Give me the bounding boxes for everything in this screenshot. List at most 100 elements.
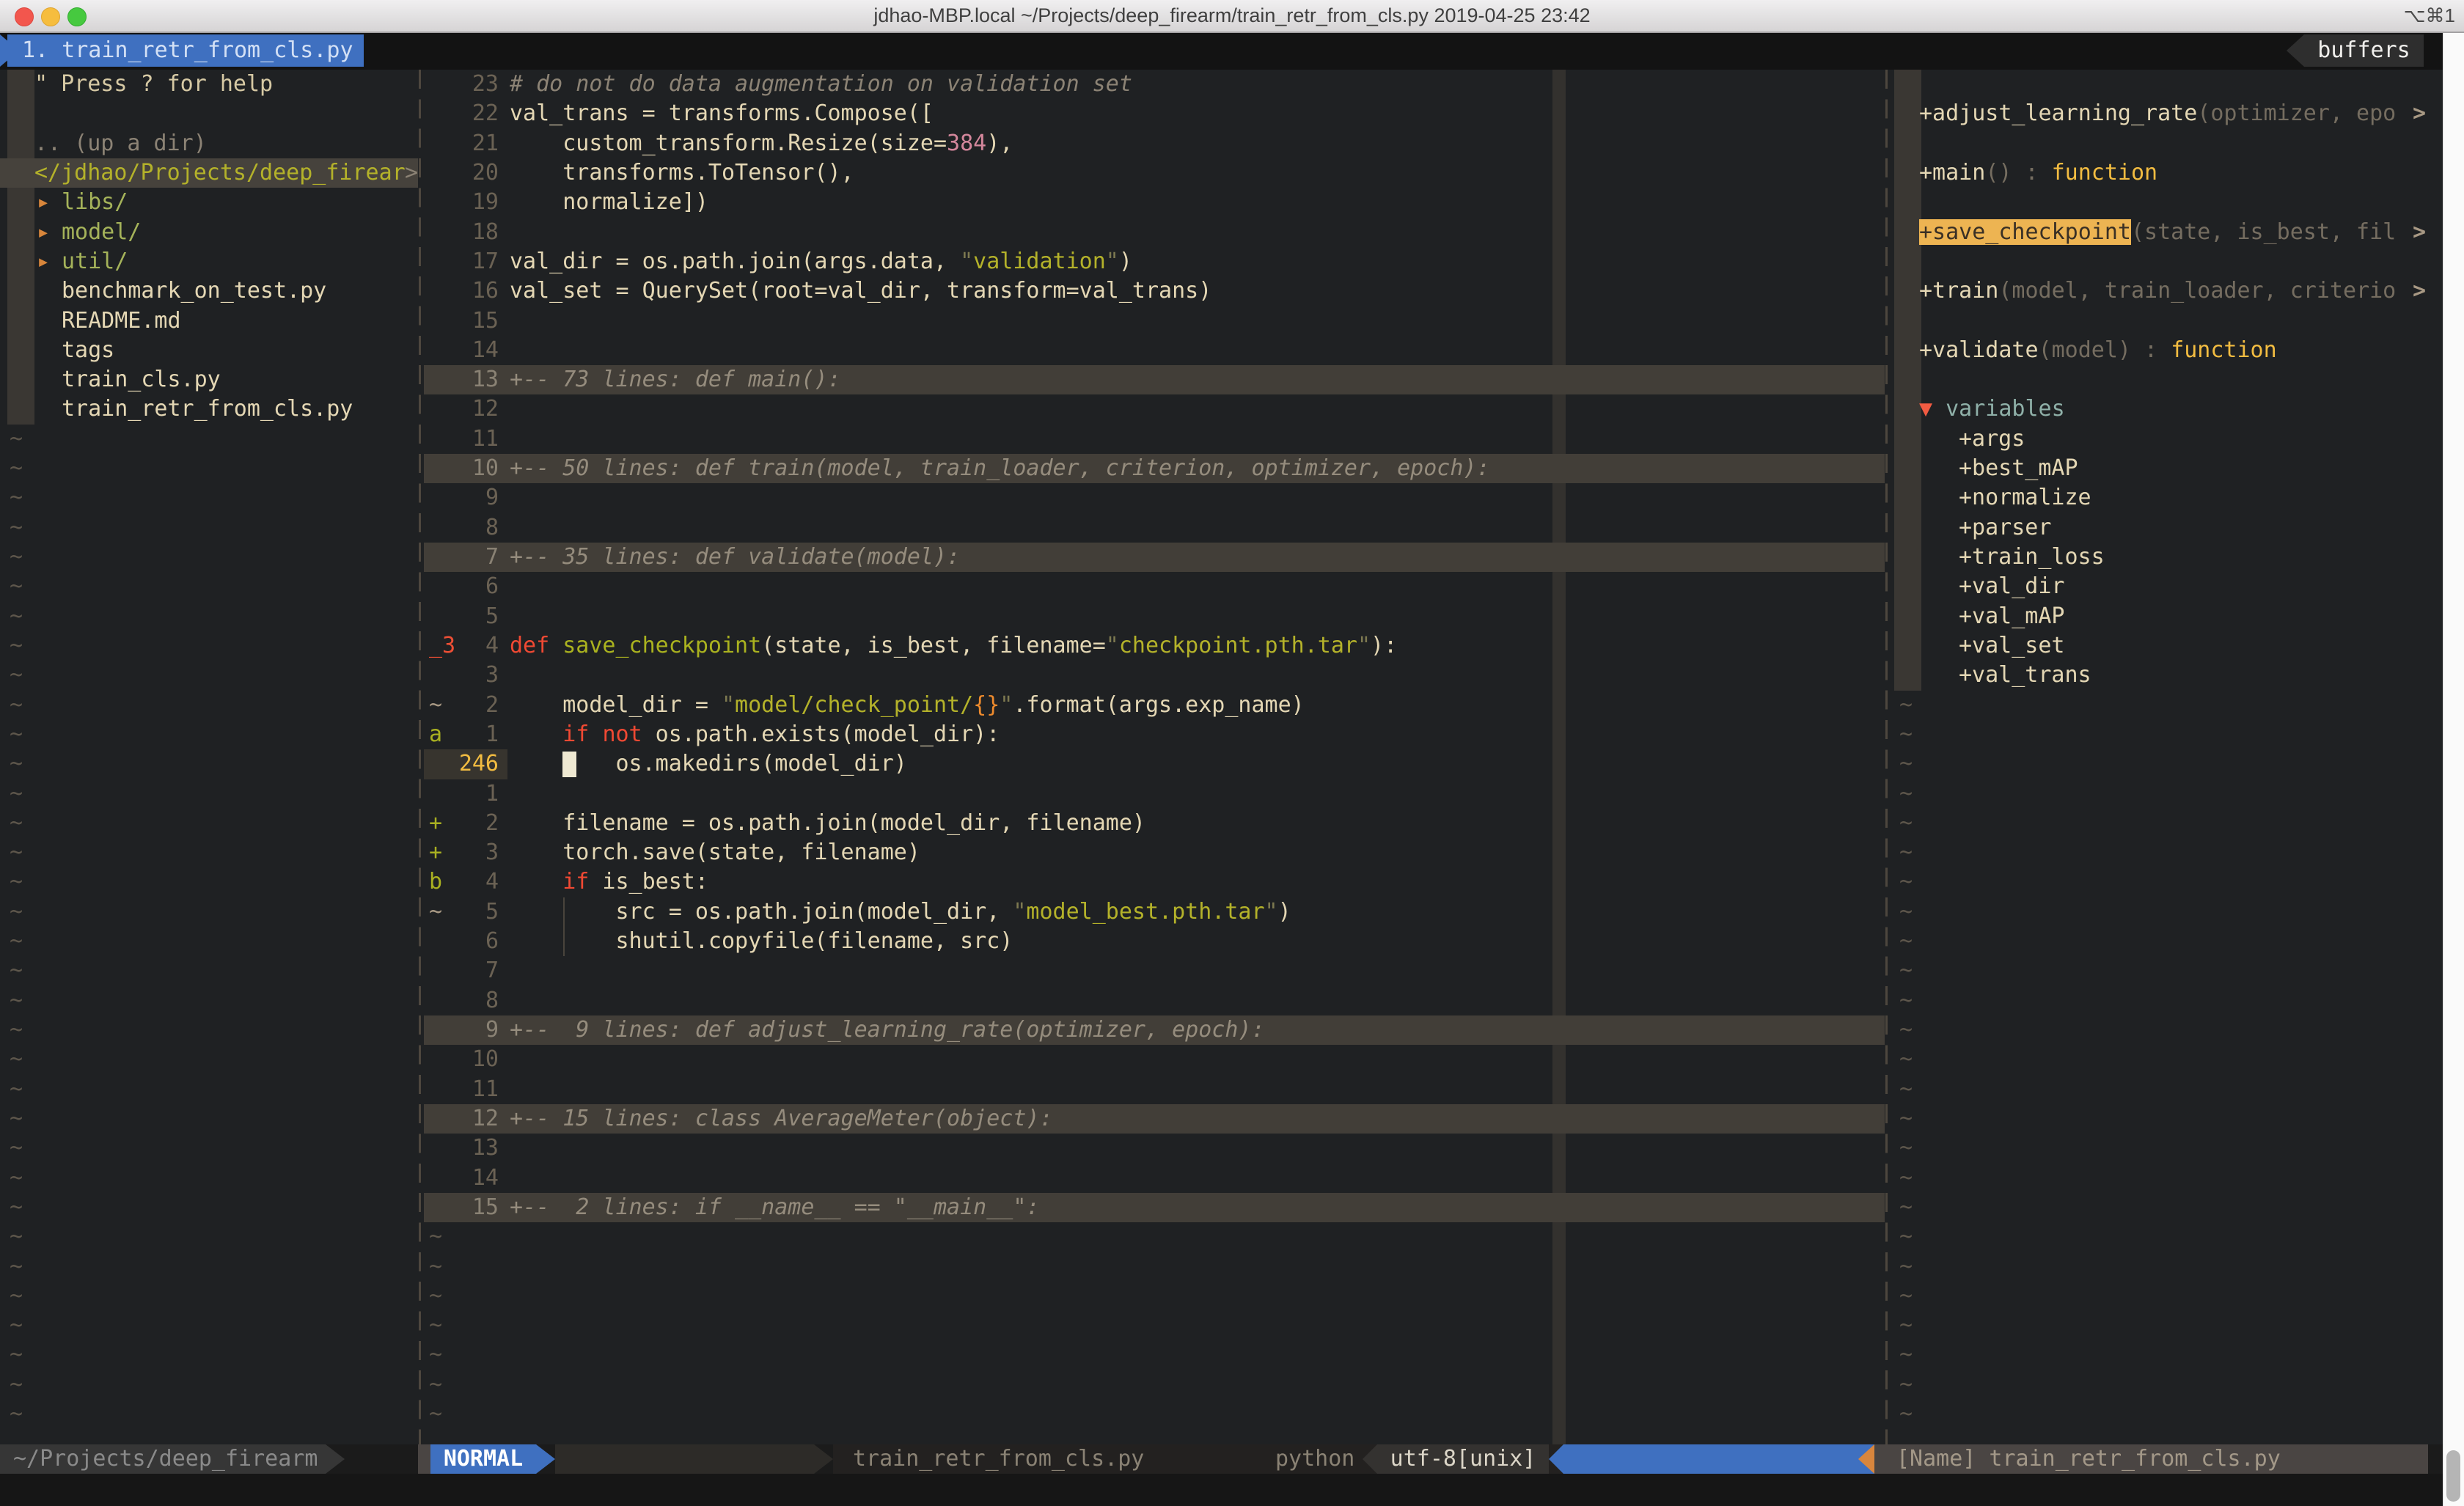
tag-item[interactable]: +main() : function (1891, 158, 2443, 188)
tag-item[interactable]: +normalize (1891, 483, 2443, 513)
code-line[interactable]: 20 transforms.ToTensor(), (424, 158, 1885, 188)
tag-item[interactable]: +val_trans (1891, 661, 2443, 690)
code-line[interactable]: 8 (424, 513, 1885, 543)
tree-item[interactable]: tags (0, 336, 418, 365)
tree-file-label: train_cls.py (62, 365, 221, 394)
tilde-marker: ~ (10, 603, 23, 629)
empty-line: ~ (0, 631, 418, 661)
code-line[interactable]: 10 (424, 1045, 1885, 1074)
tag-item[interactable]: +validate(model) : function (1891, 336, 2443, 365)
tree-root-path[interactable]: </jdhao/Projects/deep_firear> (0, 158, 418, 188)
code-token: torch.save(state, filename) (510, 840, 920, 865)
minimize-window-icon[interactable] (41, 7, 60, 26)
tree-item[interactable]: ▸util/ (0, 247, 418, 276)
empty-line: ~ (1891, 986, 2443, 1015)
command-line[interactable] (0, 1474, 2464, 1506)
code-line[interactable]: 3 (424, 661, 1885, 690)
scrollbar-thumb[interactable] (2446, 1450, 2460, 1502)
tag-item[interactable]: +best_mAP (1891, 454, 2443, 483)
code-text: transforms.ToTensor(), (510, 158, 854, 188)
folded-code-line[interactable]: 12+-- 15 lines: class AverageMeter(objec… (424, 1104, 1885, 1134)
tree-item[interactable]: ▸libs/ (0, 188, 418, 217)
folded-code-line[interactable]: 7+-- 35 lines: def validate(model): (424, 543, 1885, 572)
empty-line: ~ (1891, 897, 2443, 927)
tag-item[interactable]: +args (1891, 425, 2443, 454)
tag-item[interactable] (1891, 70, 2443, 99)
tagbar-panel[interactable]: +adjust_learning_rate(optimizer, epo> +ma… (1891, 70, 2443, 1444)
code-line[interactable]: 8 (424, 986, 1885, 1015)
line-number: 12 (424, 1104, 499, 1134)
tag-item[interactable]: +save_checkpoint(state, is_best, fil> (1891, 218, 2443, 247)
code-token: " (960, 249, 973, 274)
tag-item[interactable]: +train(model, train_loader, criterio> (1891, 276, 2443, 306)
code-line[interactable]: 9 (424, 483, 1885, 513)
tree-item[interactable]: .. (up a dir) (0, 129, 418, 158)
folded-code-line[interactable]: 15+-- 2 lines: if __name__ == "__main__"… (424, 1193, 1885, 1222)
line-number: 1 (424, 779, 499, 809)
code-line[interactable]: 4b if is_best: (424, 867, 1885, 897)
tree-item[interactable]: " Press ? for help (0, 70, 418, 99)
tree-item[interactable]: README.md (0, 306, 418, 336)
code-line[interactable]: 6 shutil.copyfile(filename, src) (424, 927, 1885, 956)
window-separator-right[interactable] (1885, 70, 1888, 1444)
code-line[interactable]: 1 (424, 779, 1885, 809)
tree-item[interactable]: benchmark_on_test.py (0, 276, 418, 306)
code-line[interactable]: 5~ src = os.path.join(model_dir, "model_… (424, 897, 1885, 927)
folded-code-line[interactable]: 13+-- 73 lines: def main(): (424, 365, 1885, 394)
tag-item[interactable]: +train_loss (1891, 543, 2443, 572)
code-line[interactable]: 18 (424, 218, 1885, 247)
zoom-window-icon[interactable] (67, 7, 87, 26)
tree-item[interactable] (0, 99, 418, 128)
code-line[interactable]: 15 (424, 306, 1885, 336)
gutter-sign: b (429, 867, 442, 897)
tag-item[interactable] (1891, 129, 2443, 158)
code-line[interactable]: 4_3def save_checkpoint(state, is_best, f… (424, 631, 1885, 661)
code-line[interactable]: 11 (424, 1075, 1885, 1104)
tag-item[interactable]: +val_mAP (1891, 602, 2443, 631)
scrollbar-track[interactable] (2443, 33, 2464, 1506)
code-line[interactable]: 2+ filename = os.path.join(model_dir, fi… (424, 809, 1885, 838)
tag-item[interactable] (1891, 247, 2443, 276)
empty-line: ~ (0, 897, 418, 927)
code-line[interactable]: 1a if not os.path.exists(model_dir): (424, 720, 1885, 749)
tag-item[interactable] (1891, 188, 2443, 217)
code-line[interactable]: 17val_dir = os.path.join(args.data, "val… (424, 247, 1885, 276)
tilde-marker: ~ (429, 1342, 442, 1367)
folder-collapsed-icon: ▸ (37, 218, 50, 247)
empty-line: ~ (1891, 1311, 2443, 1340)
tag-item[interactable] (1891, 365, 2443, 394)
code-line[interactable]: 5 (424, 602, 1885, 631)
code-line[interactable]: 14 (424, 1164, 1885, 1193)
tree-item[interactable]: train_cls.py (0, 365, 418, 394)
tab-current-buffer[interactable]: 1. train_retr_from_cls.py (7, 34, 364, 67)
code-line[interactable]: 12 (424, 394, 1885, 424)
code-line[interactable]: 7 (424, 956, 1885, 985)
tag-item[interactable] (1891, 306, 2443, 336)
folded-code-line[interactable]: 9+-- 9 lines: def adjust_learning_rate(o… (424, 1015, 1885, 1045)
code-line[interactable]: 21 custom_transform.Resize(size=384), (424, 129, 1885, 158)
code-line[interactable]: 2~ model_dir = "model/check_point/{}".fo… (424, 691, 1885, 720)
code-editor[interactable]: 23# do not do data augmentation on valid… (424, 70, 1885, 1444)
tag-item[interactable]: +parser (1891, 513, 2443, 543)
tree-item[interactable]: ▸model/ (0, 218, 418, 247)
tag-item[interactable]: +adjust_learning_rate(optimizer, epo> (1891, 99, 2443, 128)
code-line[interactable]: 13 (424, 1134, 1885, 1163)
tag-kind-header[interactable]: ▼ variables (1891, 394, 2443, 424)
code-line[interactable]: 14 (424, 336, 1885, 365)
code-line[interactable]: 16val_set = QuerySet(root=val_dir, trans… (424, 276, 1885, 306)
code-line[interactable]: 22val_trans = transforms.Compose([ (424, 99, 1885, 128)
nerdtree-panel[interactable]: " Press ? for help .. (up a dir)</jdhao/P… (0, 70, 418, 1444)
code-line[interactable]: 19 normalize]) (424, 188, 1885, 217)
code-line[interactable]: 23# do not do data augmentation on valid… (424, 70, 1885, 99)
tag-item[interactable]: +val_set (1891, 631, 2443, 661)
code-line[interactable]: 246 os.makedirs(model_dir) (424, 749, 1885, 779)
tilde-marker: ~ (1899, 1283, 1913, 1309)
tree-item[interactable]: train_retr_from_cls.py (0, 394, 418, 424)
tag-item[interactable]: +val_dir (1891, 572, 2443, 601)
folded-code-line[interactable]: 10+-- 50 lines: def train(model, train_l… (424, 454, 1885, 483)
window-separator-left[interactable] (419, 70, 421, 1444)
code-line[interactable]: 3+ torch.save(state, filename) (424, 838, 1885, 867)
close-window-icon[interactable] (15, 7, 34, 26)
code-line[interactable]: 6 (424, 572, 1885, 601)
code-line[interactable]: 11 (424, 425, 1885, 454)
